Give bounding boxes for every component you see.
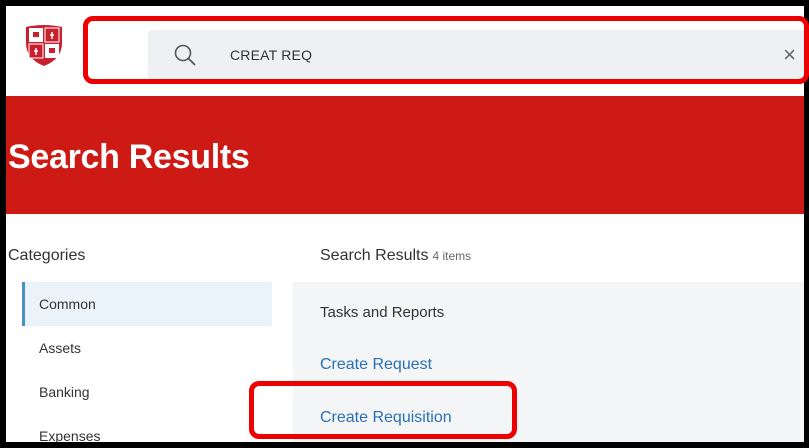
results-heading-label: Search Results [320, 247, 429, 264]
page-header: Search Results [6, 96, 804, 214]
categories-heading: Categories [8, 247, 86, 264]
shield-crest-icon[interactable] [24, 23, 64, 67]
category-item-assets[interactable]: Assets [22, 326, 272, 370]
results-count: 4 items [432, 249, 472, 263]
category-item-expenses[interactable]: Expenses [22, 414, 272, 442]
top-bar: CREAT REQ × [6, 6, 804, 90]
results-panel: Tasks and Reports Create Request Create … [293, 282, 804, 442]
search-bar[interactable]: CREAT REQ × [148, 30, 804, 80]
search-icon[interactable] [174, 44, 196, 66]
search-results-page: Categories Common Assets Banking Expense… [6, 214, 804, 442]
page-title: Search Results [8, 138, 250, 176]
categories-list: Common Assets Banking Expenses [22, 282, 272, 442]
search-input[interactable]: CREAT REQ [230, 47, 312, 63]
section-label-tasks-reports: Tasks and Reports [320, 304, 445, 321]
result-link-create-request[interactable]: Create Request [320, 356, 432, 374]
results-heading: Search Results 4 items [320, 247, 471, 265]
category-item-banking[interactable]: Banking [22, 370, 272, 414]
app-window: CREAT REQ × Search Results Categories Co… [6, 6, 804, 442]
close-icon[interactable]: × [783, 41, 796, 69]
result-link-create-requisition[interactable]: Create Requisition [320, 409, 452, 427]
category-item-common[interactable]: Common [22, 282, 272, 326]
